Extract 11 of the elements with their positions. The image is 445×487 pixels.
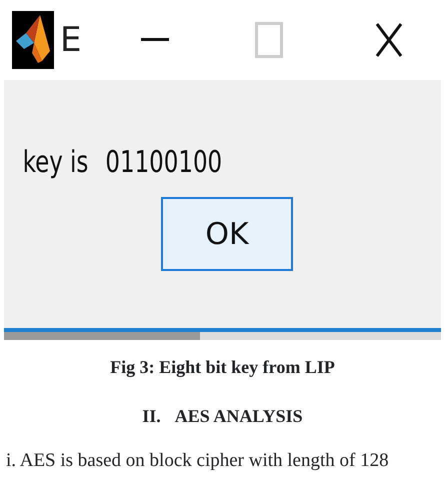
message-label: key is xyxy=(22,144,88,182)
minimize-button[interactable] xyxy=(141,38,170,42)
section-heading: AES ANALYSIS xyxy=(174,405,303,428)
app-logo-icon xyxy=(12,11,54,69)
section-number: II. xyxy=(142,405,161,428)
figure-caption: Fig 3: Eight bit key from LIP xyxy=(109,356,336,379)
key-value: 01100100 xyxy=(105,144,222,182)
window-title: E xyxy=(60,23,82,57)
body-text: i. AES is based on block cipher with length of 128 xyxy=(6,450,390,473)
ok-button[interactable]: OK xyxy=(161,197,293,271)
close-button[interactable] xyxy=(375,22,404,58)
